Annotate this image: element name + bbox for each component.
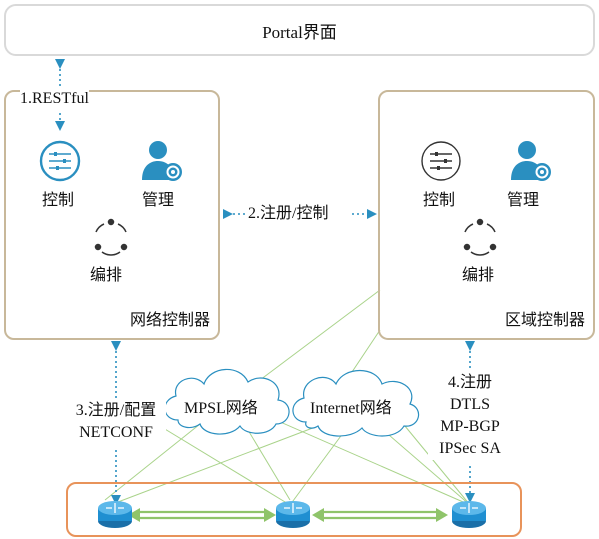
portal-box: Portal界面 [4,4,595,56]
mpls-cloud-label: MPSL网络 [184,400,258,417]
area-control-label: 控制 [423,192,456,209]
area-controller-box: 区域控制器 [378,90,595,340]
net-control-label: 控制 [42,192,75,209]
network-controller-box: 网络控制器 [4,90,220,340]
net-orchestrate-label: 编排 [90,267,123,284]
area-controller-label: 区域控制器 [504,312,585,329]
network-architecture-diagram: Portal界面 网络控制器 区域控制器 控制 管理 编排 控制 管理 编排 1… [0,0,599,539]
register-link-label: 4.注册 DTLS MP-BGP IPSec SA [428,372,512,460]
net-manage-label: 管理 [142,192,175,209]
portal-label: Portal界面 [262,22,337,42]
restful-link-label: 1.RESTful [20,88,89,110]
register-control-link-label: 2.注册/控制 [248,203,329,225]
device-band [66,482,522,537]
area-orchestrate-label: 编排 [462,267,495,284]
area-manage-label: 管理 [507,192,540,209]
network-controller-label: 网络控制器 [129,312,210,329]
netconf-link-label: 3.注册/配置 NETCONF [66,400,166,444]
internet-cloud-label: Internet网络 [310,400,392,417]
